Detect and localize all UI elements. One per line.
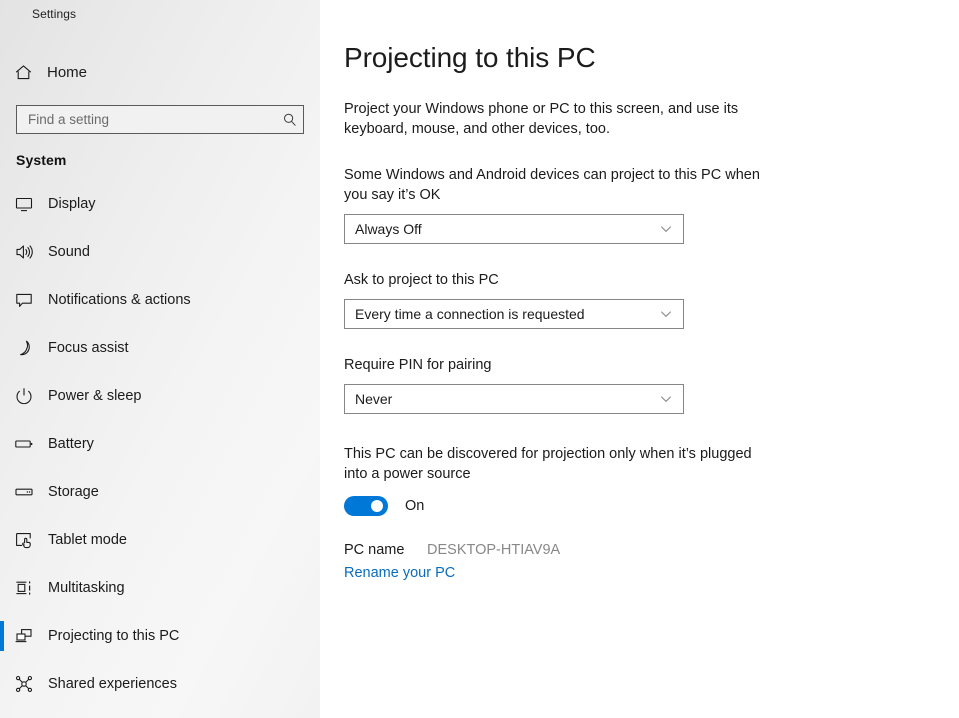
sidebar-item-display[interactable]: Display bbox=[0, 180, 320, 228]
sidebar-section-title: System bbox=[16, 152, 67, 168]
main-content: Projecting to this PC Project your Windo… bbox=[320, 0, 959, 718]
setting-ask-to-project: Ask to project to this PC Every time a c… bbox=[344, 270, 959, 330]
setting-project-permission: Some Windows and Android devices can pro… bbox=[344, 165, 959, 245]
setting-label: Ask to project to this PC bbox=[344, 272, 499, 289]
setting-label: Require PIN for pairing bbox=[344, 357, 492, 374]
sidebar-item-sound[interactable]: Sound bbox=[0, 228, 320, 276]
toggle-state-label: On bbox=[405, 498, 425, 515]
multitasking-icon bbox=[14, 578, 44, 598]
share-nodes-icon bbox=[14, 674, 44, 694]
projection-icon bbox=[14, 626, 44, 646]
monitor-icon bbox=[14, 194, 44, 214]
home-icon bbox=[14, 63, 44, 82]
pc-name-row: PC name DESKTOP-HTIAV9A bbox=[344, 542, 959, 558]
moon-icon bbox=[14, 338, 44, 358]
page-description: Project your Windows phone or PC to this… bbox=[344, 101, 739, 138]
sidebar-item-home-label: Home bbox=[47, 63, 88, 81]
sidebar: Settings Home System bbox=[0, 0, 320, 718]
setting-require-pin: Require PIN for pairing Never bbox=[344, 355, 959, 415]
sidebar-item-projecting-to-this-pc[interactable]: Projecting to this PC bbox=[0, 612, 320, 660]
sidebar-item-notifications[interactable]: Notifications & actions bbox=[0, 276, 320, 324]
chat-bubble-icon bbox=[14, 290, 44, 310]
storage-icon bbox=[14, 482, 44, 502]
toggle-knob bbox=[371, 500, 383, 513]
settings-window: Settings Home System bbox=[0, 0, 959, 718]
sidebar-item-tablet-mode[interactable]: Tablet mode bbox=[0, 516, 320, 564]
sidebar-item-label: Storage bbox=[48, 484, 99, 500]
sidebar-item-home[interactable]: Home bbox=[0, 54, 320, 90]
require-pin-dropdown[interactable]: Never bbox=[344, 384, 684, 415]
power-source-toggle[interactable] bbox=[344, 496, 388, 517]
setting-power-source-discovery: This PC can be discovered for projection… bbox=[344, 444, 959, 517]
dropdown-value: Every time a connection is requested bbox=[355, 306, 585, 323]
sidebar-item-focus-assist[interactable]: Focus assist bbox=[0, 324, 320, 372]
sidebar-item-label: Power & sleep bbox=[48, 388, 142, 404]
dropdown-value: Never bbox=[355, 391, 393, 408]
sidebar-item-label: Display bbox=[48, 196, 96, 212]
sidebar-item-label: Sound bbox=[48, 244, 90, 260]
rename-pc-link[interactable]: Rename your PC bbox=[344, 565, 455, 581]
sidebar-nav: Display Sound Notifications & actions Fo… bbox=[0, 180, 320, 708]
sidebar-item-power-sleep[interactable]: Power & sleep bbox=[0, 372, 320, 420]
sidebar-item-battery[interactable]: Battery bbox=[0, 420, 320, 468]
sidebar-item-storage[interactable]: Storage bbox=[0, 468, 320, 516]
sidebar-item-label: Tablet mode bbox=[48, 532, 127, 548]
sidebar-item-label: Multitasking bbox=[48, 580, 125, 596]
power-source-toggle-row: On bbox=[344, 496, 959, 517]
speaker-icon bbox=[14, 242, 44, 262]
dropdown-value: Always Off bbox=[355, 221, 422, 238]
sidebar-item-shared-experiences[interactable]: Shared experiences bbox=[0, 660, 320, 708]
setting-label: Some Windows and Android devices can pro… bbox=[344, 167, 760, 204]
page-title: Projecting to this PC bbox=[344, 42, 596, 73]
chevron-down-icon bbox=[649, 307, 683, 321]
sidebar-item-multitasking[interactable]: Multitasking bbox=[0, 564, 320, 612]
sidebar-item-label: Projecting to this PC bbox=[48, 628, 180, 644]
search-box[interactable] bbox=[16, 105, 304, 134]
search-input[interactable] bbox=[17, 106, 277, 133]
setting-label: This PC can be discovered for projection… bbox=[344, 446, 752, 483]
battery-icon bbox=[14, 434, 44, 454]
sidebar-item-label: Shared experiences bbox=[48, 676, 177, 692]
tablet-touch-icon bbox=[14, 530, 44, 550]
pc-name-value: DESKTOP-HTIAV9A bbox=[427, 542, 561, 559]
sidebar-item-label: Notifications & actions bbox=[48, 292, 191, 308]
window-title: Settings bbox=[32, 7, 77, 21]
sidebar-item-label: Battery bbox=[48, 436, 94, 452]
pc-name-label: PC name bbox=[344, 542, 405, 559]
sidebar-item-label: Focus assist bbox=[48, 340, 129, 356]
project-permission-dropdown[interactable]: Always Off bbox=[344, 214, 684, 245]
power-icon bbox=[14, 386, 44, 406]
chevron-down-icon bbox=[649, 392, 683, 406]
chevron-down-icon bbox=[649, 222, 683, 236]
ask-to-project-dropdown[interactable]: Every time a connection is requested bbox=[344, 299, 684, 330]
search-icon[interactable] bbox=[277, 112, 303, 128]
